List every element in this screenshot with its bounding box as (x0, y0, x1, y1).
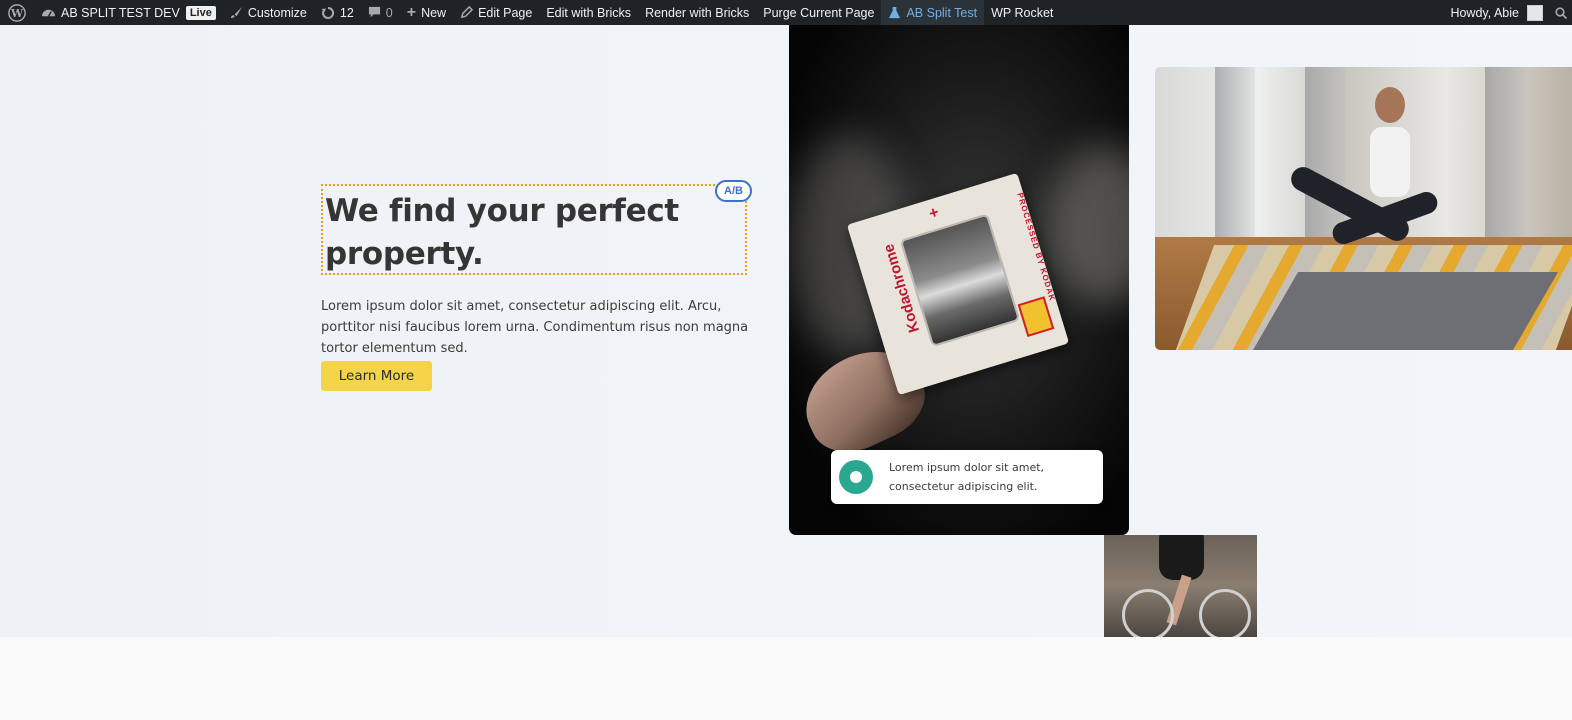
edit-page-link[interactable]: Edit Page (453, 0, 539, 25)
howdy-label: Howdy, Abie (1450, 5, 1519, 20)
learn-more-button[interactable]: Learn More (321, 361, 432, 391)
bike-wheel (1122, 589, 1174, 637)
ab-split-test-label: AB Split Test (906, 5, 978, 20)
plus-icon: + (406, 3, 417, 21)
site-name-label: AB SPLIT TEST DEV (61, 5, 180, 20)
comments-link[interactable]: 0 (361, 0, 400, 25)
my-account-menu[interactable]: Howdy, Abie (1443, 0, 1550, 25)
new-content-link[interactable]: + New (400, 0, 453, 25)
wp-rocket-menu[interactable]: WP Rocket (984, 0, 1060, 25)
person-head (1375, 87, 1405, 123)
ab-split-test-menu[interactable]: AB Split Test (881, 0, 985, 25)
comments-count: 0 (385, 5, 393, 20)
edit-page-label: Edit Page (478, 5, 533, 20)
render-with-bricks-label: Render with Bricks (645, 5, 750, 20)
dashboard-icon (41, 6, 56, 19)
svg-text:W: W (10, 7, 24, 20)
brush-icon (230, 6, 243, 19)
status-dot-icon (839, 460, 873, 494)
search-icon[interactable] (1550, 0, 1572, 25)
updates-icon (321, 6, 335, 20)
yoga-mat (1251, 272, 1559, 350)
yoga-man-image (1155, 67, 1572, 350)
headline-ab-test-wrapper[interactable]: We find your perfect property. (321, 184, 747, 275)
hero-headline: We find your perfect property. (325, 193, 679, 272)
ab-test-badge[interactable]: A/B (715, 180, 752, 202)
customize-link[interactable]: Customize (223, 0, 314, 25)
cyclist-image (1104, 535, 1257, 637)
person-torso (1370, 127, 1410, 197)
hero-section: We find your perfect property. A/B Lorem… (0, 25, 1572, 637)
notification-text: Lorem ipsum dolor sit amet, consectetur … (889, 461, 1045, 493)
comment-icon (368, 6, 381, 19)
notification-card: Lorem ipsum dolor sit amet, consectetur … (831, 450, 1103, 504)
kodak-logo-icon (1017, 296, 1055, 337)
flask-icon (888, 6, 901, 20)
purge-current-page-label: Purge Current Page (763, 5, 875, 20)
rider (1159, 535, 1204, 580)
admin-bar: W AB SPLIT TEST DEV Live Customize 12 0 … (0, 0, 1572, 25)
background-blur-right (1049, 145, 1129, 305)
customize-label: Customize (247, 5, 307, 20)
wordpress-logo-icon[interactable]: W (0, 0, 34, 25)
hero-lead-text: Lorem ipsum dolor sit amet, consectetur … (321, 299, 749, 356)
edit-with-bricks-label: Edit with Bricks (546, 5, 632, 20)
site-name-menu[interactable]: AB SPLIT TEST DEV Live (34, 0, 223, 25)
slide-cross-mark: + (927, 203, 941, 223)
render-with-bricks-link[interactable]: Render with Bricks (638, 0, 756, 25)
updates-count: 12 (339, 5, 354, 20)
kodachrome-slide-image: + Kodachrome PROCESSED BY KODAK Lorem ip… (789, 25, 1129, 535)
wp-rocket-label: WP Rocket (991, 5, 1054, 20)
lower-section (0, 637, 1572, 720)
updates-link[interactable]: 12 (314, 0, 361, 25)
avatar (1527, 4, 1543, 21)
pencil-icon (460, 6, 474, 19)
live-badge: Live (185, 5, 216, 20)
edit-with-bricks-link[interactable]: Edit with Bricks (539, 0, 638, 25)
purge-current-page-link[interactable]: Purge Current Page (756, 0, 881, 25)
bike-wheel (1199, 589, 1251, 637)
new-label: New (421, 5, 447, 20)
